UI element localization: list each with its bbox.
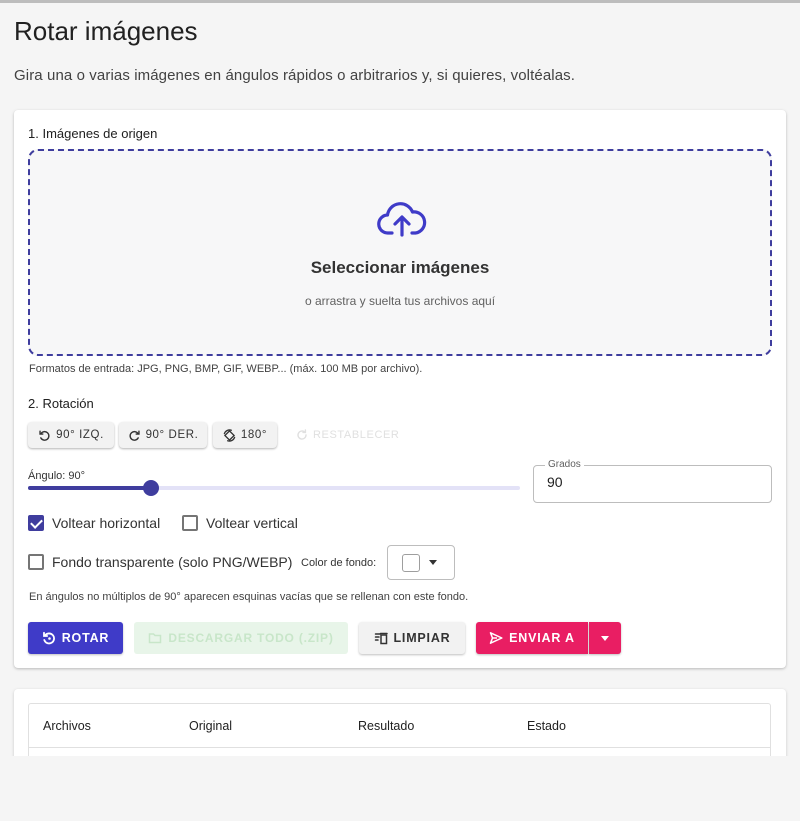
folder-icon [149, 633, 162, 644]
rotate-button-label: ROTAR [61, 631, 110, 645]
degrees-input[interactable] [547, 474, 747, 490]
clear-list-icon [374, 632, 388, 645]
rotate-180-button[interactable]: 180° [213, 422, 277, 448]
column-header-status: Estado [527, 719, 566, 733]
results-table: Archivos Original Resultado Estado [28, 703, 771, 763]
send-to-button[interactable]: ENVIAR A [476, 622, 588, 654]
bg-color-label: Color de fondo: [301, 557, 377, 569]
reset-label: RESTABLECER [313, 429, 400, 441]
dropzone-title: Seleccionar imágenes [310, 258, 490, 277]
slider-fill [28, 486, 151, 490]
image-dropzone[interactable]: Seleccionar imágenes o arrastra y suelta… [28, 149, 772, 356]
checkbox-unchecked-icon[interactable] [28, 554, 44, 570]
transparent-bg-label: Fondo transparente (solo PNG/WEBP) [52, 554, 293, 570]
corner-fill-note: En ángulos no múltiplos de 90° aparecen … [29, 591, 469, 603]
rotate-icon [42, 631, 55, 645]
bg-color-picker[interactable] [387, 545, 455, 580]
rotate-left-button[interactable]: 90° IZQ. [28, 422, 114, 448]
rotate-left-icon [39, 430, 50, 441]
degrees-field[interactable]: Grados [533, 459, 772, 503]
rotate-right-label: 90° DER. [145, 429, 199, 441]
column-header-original: Original [189, 719, 233, 733]
top-edge [0, 0, 800, 3]
color-swatch [402, 553, 420, 572]
caret-down-icon [601, 635, 609, 641]
rotate-180-icon [223, 428, 236, 442]
settings-card: 1. Imágenes de origen Seleccionar imágen… [14, 110, 786, 668]
download-zip-label: DESCARGAR TODO (.ZIP) [168, 631, 334, 645]
reset-icon [297, 429, 307, 440]
viewport-bottom [0, 756, 800, 821]
transparent-bg-checkbox[interactable]: Fondo transparente (solo PNG/WEBP) [28, 554, 292, 570]
rotate-right-icon [129, 430, 140, 441]
rotate-left-label: 90° IZQ. [56, 429, 104, 441]
rotate-180-label: 180° [240, 429, 268, 441]
dropzone-subtitle: o arrastra y suelta tus archivos aquí [304, 294, 496, 308]
flip-vertical-checkbox[interactable]: Voltear vertical [182, 515, 298, 531]
clear-button[interactable]: LIMPIAR [359, 622, 465, 654]
send-icon [489, 632, 503, 644]
column-header-files: Archivos [43, 719, 91, 733]
slider-thumb[interactable] [143, 480, 159, 496]
degrees-field-label: Grados [545, 459, 584, 470]
angle-slider[interactable] [28, 480, 520, 496]
column-header-result: Resultado [358, 719, 415, 733]
rotate-right-button[interactable]: 90° DER. [119, 422, 207, 448]
header-divider [29, 747, 770, 748]
caret-down-icon [429, 560, 437, 565]
page-title: Rotar imágenes [14, 16, 198, 46]
flip-vertical-label: Voltear vertical [206, 515, 298, 531]
send-to-label: ENVIAR A [509, 631, 575, 645]
flip-horizontal-checkbox[interactable]: Voltear horizontal [28, 515, 160, 531]
checkbox-checked-icon[interactable] [28, 515, 44, 531]
send-to-menu-button[interactable] [589, 622, 621, 654]
source-section-label: 1. Imágenes de origen [28, 126, 158, 141]
clear-button-label: LIMPIAR [393, 631, 451, 645]
formats-note: Formatos de entrada: JPG, PNG, BMP, GIF,… [29, 363, 423, 375]
download-zip-button[interactable]: DESCARGAR TODO (.ZIP) [134, 622, 348, 654]
flip-horizontal-label: Voltear horizontal [52, 515, 161, 531]
cloud-upload-icon [377, 202, 427, 237]
reset-button[interactable]: RESTABLECER [296, 422, 399, 448]
rotate-button[interactable]: ROTAR [28, 622, 123, 654]
page-subtitle: Gira una o varias imágenes en ángulos rá… [14, 67, 576, 84]
rotation-section-label: 2. Rotación [28, 396, 94, 411]
checkbox-unchecked-icon[interactable] [182, 515, 198, 531]
